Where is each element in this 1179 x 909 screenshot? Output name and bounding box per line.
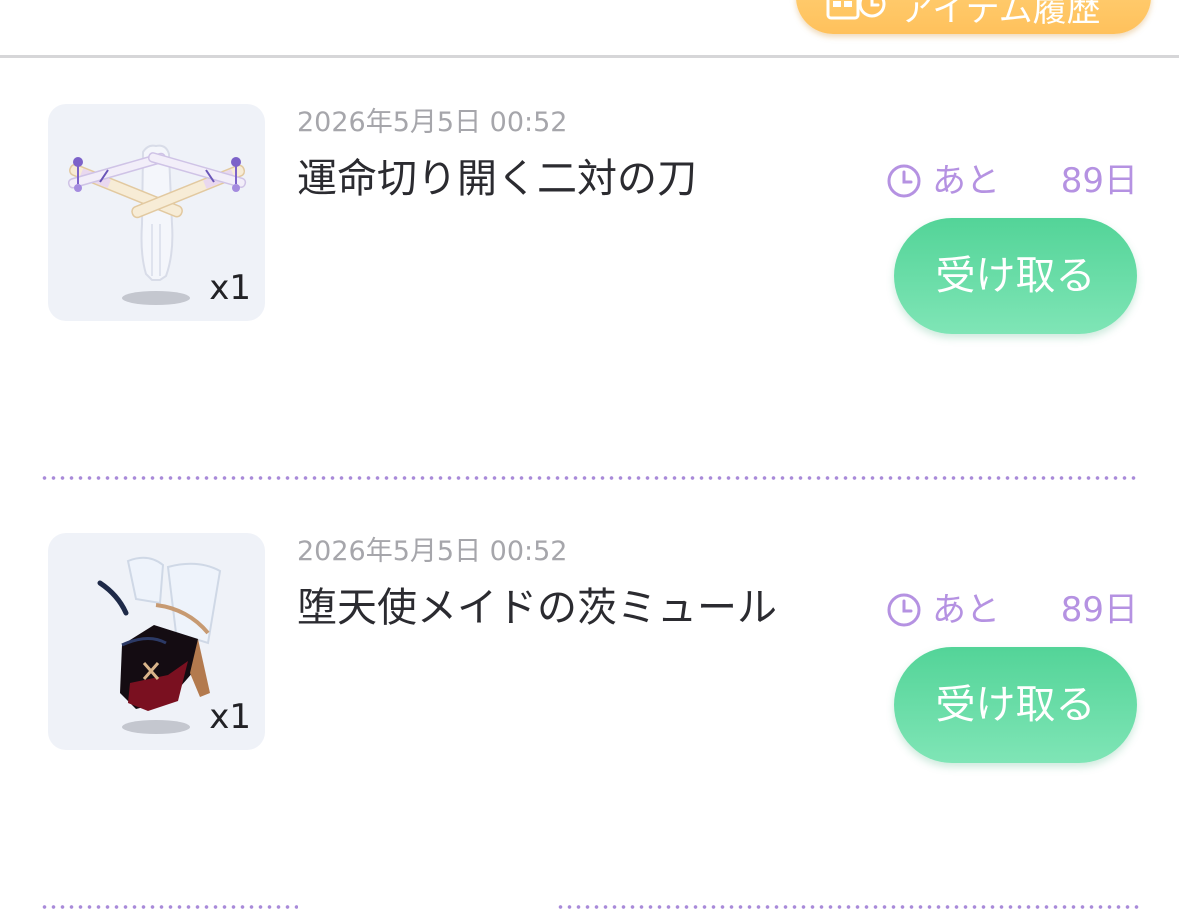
remaining-time: あと 89日 (886, 161, 1138, 201)
claim-button[interactable]: 受け取る (894, 218, 1137, 334)
item-date: 2026年5月5日 00:52 (297, 536, 568, 567)
item-history-label: アイテム履歴 (900, 0, 1101, 30)
item-history-button[interactable]: アイテム履歴 (796, 0, 1151, 34)
remaining-days: 89日 (1060, 161, 1138, 201)
remaining-days: 89日 (1060, 590, 1138, 630)
clock-icon (887, 593, 921, 627)
item-divider (40, 905, 298, 909)
item-name: 運命切り開く二対の刀 (297, 156, 697, 202)
calendar-clock-icon (826, 0, 886, 20)
remaining-time: あと 89日 (886, 590, 1138, 630)
item-divider (556, 905, 1140, 909)
item-date: 2026年5月5日 00:52 (297, 107, 568, 138)
claim-button-label: 受け取る (935, 682, 1096, 728)
item-quantity: x1 (209, 697, 251, 737)
claim-button-label: 受け取る (935, 253, 1096, 299)
gift-list-item: x1 2026年5月5日 00:52 運命切り開く二対の刀 あと 89日 受け取… (0, 104, 1179, 364)
item-quantity: x1 (209, 268, 251, 308)
item-thumbnail: x1 (48, 533, 265, 750)
item-name: 堕天使メイドの茨ミュール (297, 585, 777, 631)
clock-icon (887, 164, 921, 198)
remaining-prefix: あと (932, 161, 1000, 201)
header-divider (0, 55, 1179, 58)
remaining-prefix: あと (932, 590, 1000, 630)
item-thumbnail: x1 (48, 104, 265, 321)
claim-button[interactable]: 受け取る (894, 647, 1137, 763)
gift-list-item: x1 2026年5月5日 00:52 堕天使メイドの茨ミュール あと 89日 受… (0, 533, 1179, 793)
gift-box-screen: アイテム履歴 x1 2026年5月5日 00:52 運命切り開く二対の刀 あと … (0, 0, 1179, 909)
item-divider (40, 476, 1140, 480)
